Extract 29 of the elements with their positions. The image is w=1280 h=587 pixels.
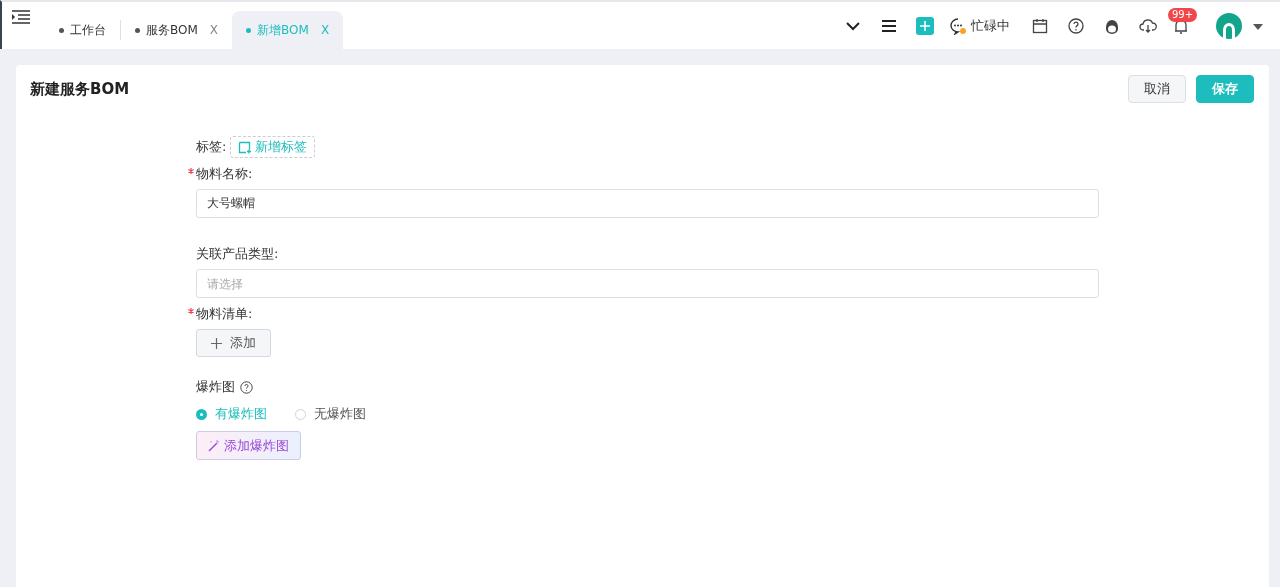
radio-option[interactable]: 有爆炸图 — [196, 405, 267, 423]
field-label: 关联产品类型: — [196, 246, 279, 261]
status-text: 忙碌中 — [971, 16, 1010, 35]
cancel-button[interactable]: 取消 — [1128, 75, 1186, 103]
notification-badge: 99+ — [1168, 7, 1198, 22]
tab[interactable]: 工作台 — [45, 11, 120, 49]
help-icon[interactable] — [1067, 16, 1085, 35]
cloud-download-icon[interactable] — [1139, 16, 1157, 35]
calendar-icon[interactable] — [1031, 16, 1049, 35]
magic-wand-icon — [208, 439, 220, 452]
chat-icon[interactable] — [949, 16, 967, 35]
tab[interactable]: 服务BOM X — [121, 11, 233, 49]
avatar-icon[interactable] — [1216, 12, 1242, 39]
field-label: 爆炸图 — [196, 378, 235, 396]
help-icon[interactable] — [240, 380, 253, 394]
add-tag-button[interactable]: 新增标签 — [230, 136, 316, 158]
page-title: 新建服务BOM — [30, 79, 130, 99]
close-icon[interactable]: X — [209, 23, 219, 37]
tag-add-icon — [238, 140, 252, 154]
field-label: 物料清单: — [196, 306, 253, 321]
plus-icon — [211, 337, 222, 349]
save-button[interactable]: 保存 — [1196, 75, 1254, 103]
field-label: 标签: — [196, 138, 227, 156]
add-diagram-button[interactable]: 添加爆炸图 — [196, 431, 301, 460]
field-label: 物料名称: — [196, 166, 253, 181]
radio-option[interactable]: 无爆炸图 — [295, 405, 366, 423]
select-field[interactable]: 请选择 — [196, 269, 1099, 298]
add-button[interactable]: 添加 — [196, 329, 271, 357]
text-field[interactable]: 大号螺帽 — [196, 189, 1099, 218]
